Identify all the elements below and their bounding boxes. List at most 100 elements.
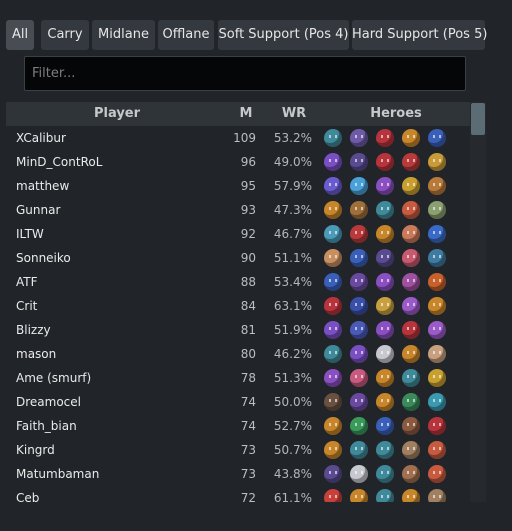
hero-portrait-icon[interactable] (376, 393, 394, 411)
hero-portrait-icon[interactable] (376, 297, 394, 315)
table-row[interactable]: Ame (smurf) 78 51.3% (6, 366, 470, 390)
hero-portrait-icon[interactable] (376, 225, 394, 243)
table-row[interactable]: Ceb 72 61.1% (6, 486, 470, 502)
hero-portrait-icon[interactable] (402, 465, 420, 483)
hero-portrait-icon[interactable] (324, 297, 342, 315)
hero-portrait-icon[interactable] (376, 321, 394, 339)
hero-portrait-icon[interactable] (324, 153, 342, 171)
hero-portrait-icon[interactable] (324, 465, 342, 483)
hero-portrait-icon[interactable] (350, 273, 368, 291)
hero-portrait-icon[interactable] (350, 393, 368, 411)
table-row[interactable]: Sonneiko 90 51.1% (6, 246, 470, 270)
hero-portrait-icon[interactable] (376, 465, 394, 483)
table-row[interactable]: XCalibur 109 53.2% (6, 126, 470, 150)
hero-portrait-icon[interactable] (376, 177, 394, 195)
hero-portrait-icon[interactable] (376, 201, 394, 219)
hero-portrait-icon[interactable] (428, 297, 446, 315)
hero-portrait-icon[interactable] (402, 129, 420, 147)
tab-offlane[interactable]: Offlane (158, 20, 214, 50)
hero-portrait-icon[interactable] (428, 441, 446, 459)
hero-portrait-icon[interactable] (402, 225, 420, 243)
table-row[interactable]: Crit 84 63.1% (6, 294, 470, 318)
hero-portrait-icon[interactable] (376, 441, 394, 459)
hero-portrait-icon[interactable] (428, 273, 446, 291)
hero-portrait-icon[interactable] (376, 129, 394, 147)
filter-input[interactable] (25, 57, 465, 90)
hero-portrait-icon[interactable] (428, 201, 446, 219)
hero-portrait-icon[interactable] (428, 225, 446, 243)
hero-portrait-icon[interactable] (376, 249, 394, 267)
table-row[interactable]: mason 80 46.2% (6, 342, 470, 366)
table-row[interactable]: Blizzy 81 51.9% (6, 318, 470, 342)
table-row[interactable]: Faith_bian 74 52.7% (6, 414, 470, 438)
table-row[interactable]: Gunnar 93 47.3% (6, 198, 470, 222)
hero-portrait-icon[interactable] (428, 369, 446, 387)
table-row[interactable]: matthew 95 57.9% (6, 174, 470, 198)
hero-portrait-icon[interactable] (428, 249, 446, 267)
hero-portrait-icon[interactable] (350, 465, 368, 483)
hero-portrait-icon[interactable] (350, 225, 368, 243)
hero-portrait-icon[interactable] (324, 369, 342, 387)
column-winrate[interactable]: WR (280, 102, 308, 126)
hero-portrait-icon[interactable] (428, 489, 446, 502)
hero-portrait-icon[interactable] (350, 249, 368, 267)
hero-portrait-icon[interactable] (350, 345, 368, 363)
hero-portrait-icon[interactable] (376, 345, 394, 363)
hero-portrait-icon[interactable] (350, 177, 368, 195)
hero-portrait-icon[interactable] (324, 417, 342, 435)
hero-portrait-icon[interactable] (428, 345, 446, 363)
hero-portrait-icon[interactable] (324, 129, 342, 147)
tab-all[interactable]: All (6, 20, 34, 50)
hero-portrait-icon[interactable] (350, 153, 368, 171)
hero-portrait-icon[interactable] (350, 201, 368, 219)
hero-portrait-icon[interactable] (402, 345, 420, 363)
hero-portrait-icon[interactable] (402, 321, 420, 339)
scrollbar-thumb[interactable] (471, 103, 485, 135)
hero-portrait-icon[interactable] (402, 297, 420, 315)
hero-portrait-icon[interactable] (376, 273, 394, 291)
tab-soft-support[interactable]: Soft Support (Pos 4) (218, 20, 349, 50)
hero-portrait-icon[interactable] (402, 417, 420, 435)
hero-portrait-icon[interactable] (350, 369, 368, 387)
hero-portrait-icon[interactable] (428, 321, 446, 339)
hero-portrait-icon[interactable] (324, 321, 342, 339)
hero-portrait-icon[interactable] (402, 249, 420, 267)
hero-portrait-icon[interactable] (350, 441, 368, 459)
hero-portrait-icon[interactable] (324, 393, 342, 411)
hero-portrait-icon[interactable] (402, 393, 420, 411)
table-row[interactable]: MinD_ContRoL 96 49.0% (6, 150, 470, 174)
hero-portrait-icon[interactable] (428, 153, 446, 171)
hero-portrait-icon[interactable] (428, 417, 446, 435)
table-row[interactable]: ILTW 92 46.7% (6, 222, 470, 246)
hero-portrait-icon[interactable] (324, 489, 342, 502)
hero-portrait-icon[interactable] (402, 153, 420, 171)
hero-portrait-icon[interactable] (350, 489, 368, 502)
tab-midlane[interactable]: Midlane (92, 20, 155, 50)
hero-portrait-icon[interactable] (402, 201, 420, 219)
hero-portrait-icon[interactable] (376, 417, 394, 435)
hero-portrait-icon[interactable] (428, 465, 446, 483)
hero-portrait-icon[interactable] (324, 273, 342, 291)
column-player[interactable]: Player (6, 102, 228, 126)
hero-portrait-icon[interactable] (324, 441, 342, 459)
hero-portrait-icon[interactable] (324, 345, 342, 363)
hero-portrait-icon[interactable] (402, 369, 420, 387)
column-matches[interactable]: M (236, 102, 256, 126)
hero-portrait-icon[interactable] (350, 417, 368, 435)
hero-portrait-icon[interactable] (324, 249, 342, 267)
table-scrollbar[interactable] (470, 102, 486, 502)
table-row[interactable]: ATF 88 53.4% (6, 270, 470, 294)
hero-portrait-icon[interactable] (376, 369, 394, 387)
hero-portrait-icon[interactable] (428, 129, 446, 147)
hero-portrait-icon[interactable] (376, 489, 394, 502)
hero-portrait-icon[interactable] (376, 153, 394, 171)
table-row[interactable]: Matumbaman 73 43.8% (6, 462, 470, 486)
table-row[interactable]: Kingrd 73 50.7% (6, 438, 470, 462)
hero-portrait-icon[interactable] (324, 177, 342, 195)
hero-portrait-icon[interactable] (350, 321, 368, 339)
tab-hard-support[interactable]: Hard Support (Pos 5) (352, 20, 487, 50)
hero-portrait-icon[interactable] (350, 297, 368, 315)
hero-portrait-icon[interactable] (428, 177, 446, 195)
table-row[interactable]: Dreamocel 74 50.0% (6, 390, 470, 414)
hero-portrait-icon[interactable] (324, 201, 342, 219)
